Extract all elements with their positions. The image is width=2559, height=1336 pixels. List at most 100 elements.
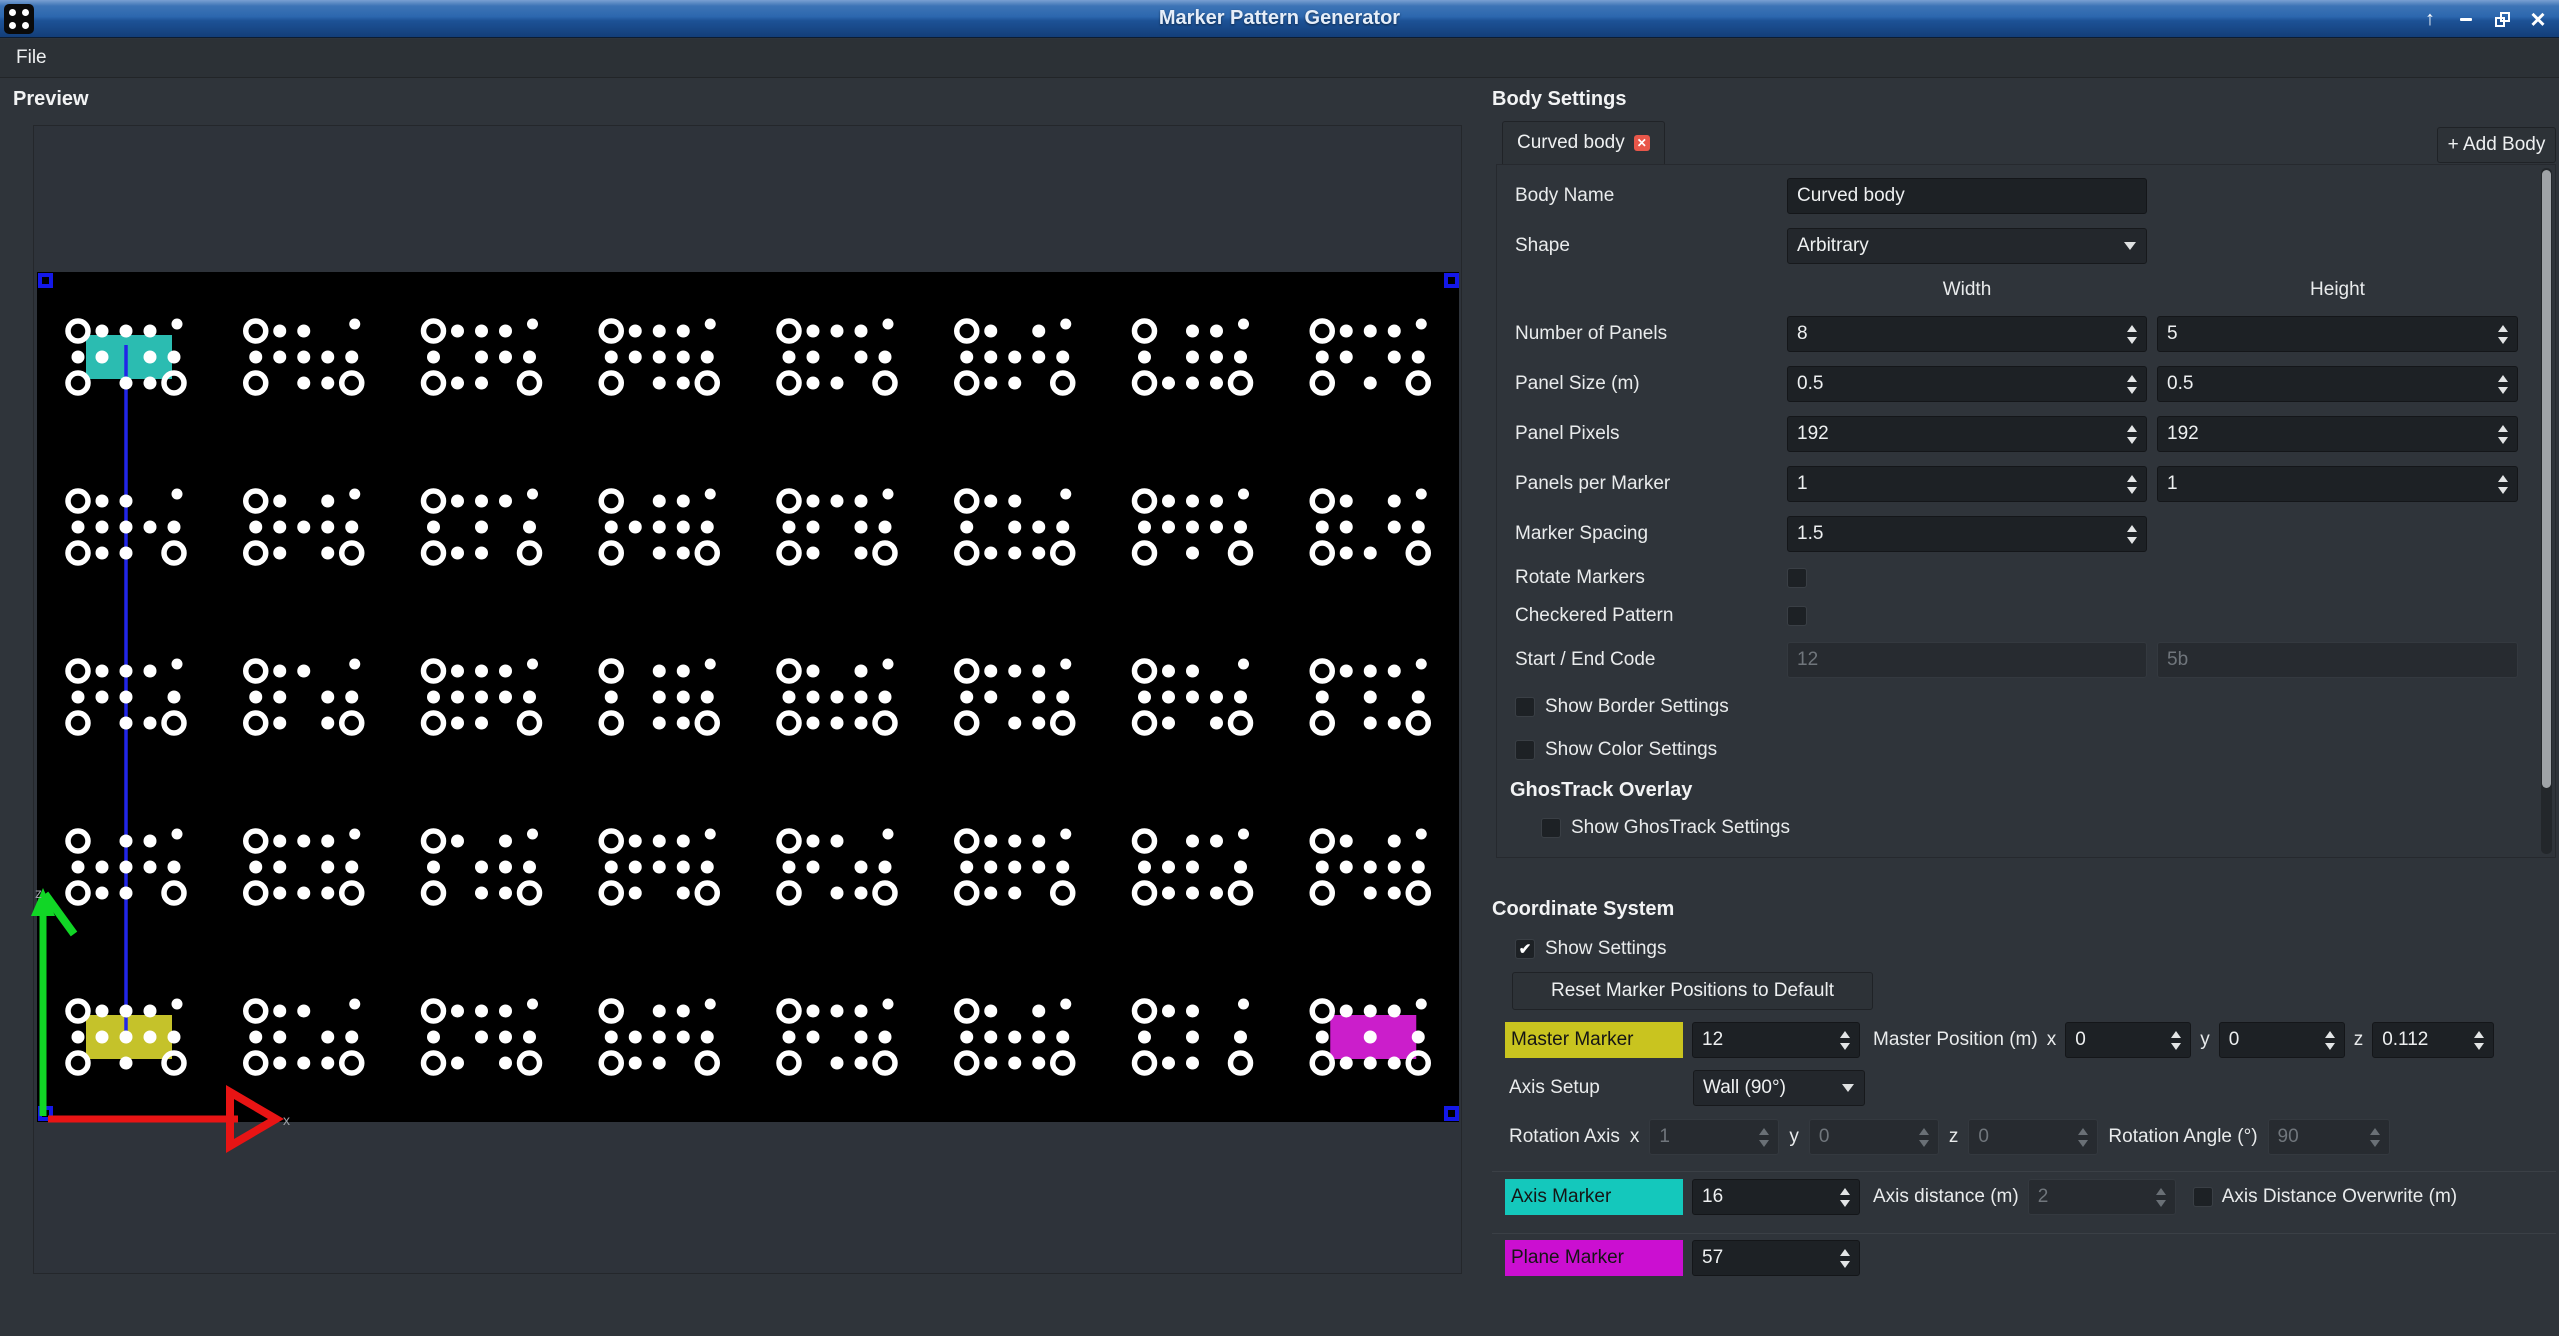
add-body-button[interactable]: + Add Body [2437, 127, 2556, 163]
panels-height-spinbox[interactable]: 5 [2157, 316, 2518, 352]
axis-distance-spinbox[interactable]: 2 [2028, 1179, 2176, 1215]
panel-pixels-width-spinbox[interactable]: 192 [1787, 416, 2147, 452]
scrollbar-thumb[interactable] [2542, 170, 2551, 788]
close-button[interactable]: × [2527, 8, 2549, 30]
master-marker-id-spinbox[interactable]: 12 [1692, 1022, 1860, 1058]
corner-handle-center [1448, 1110, 1455, 1117]
panel-size-width-spinbox[interactable]: 0.5 [1787, 366, 2147, 402]
master-z-label: z [2354, 1029, 2364, 1051]
plane-marker-chip: Plane Marker [1505, 1240, 1683, 1276]
tab-close-icon[interactable]: ✕ [1634, 135, 1650, 151]
checkered-pattern-row: Checkered Pattern [1497, 597, 2555, 635]
show-settings-row: Show Settings [1515, 938, 1666, 960]
shade-window-button[interactable]: ↑ [2419, 8, 2441, 30]
axis-setup-select[interactable]: Wall (90°) [1693, 1070, 1865, 1106]
end-code-input[interactable]: 5b [2157, 642, 2518, 678]
scrollbar[interactable] [2541, 168, 2552, 854]
preview-canvas-svg[interactable]: zx [34, 126, 1463, 1275]
separator [1492, 1233, 2556, 1234]
spin-arrows[interactable] [2489, 417, 2517, 451]
body-name-input[interactable]: Curved body [1787, 178, 2147, 214]
spin-arrows[interactable] [2489, 467, 2517, 501]
checkered-pattern-checkbox[interactable] [1787, 606, 1807, 626]
rotate-markers-row: Rotate Markers [1497, 559, 2555, 597]
title-bar[interactable]: Marker Pattern Generator ↑ × [0, 0, 2559, 38]
app-icon [4, 4, 34, 34]
axis-distance-label: Axis distance (m) [1873, 1186, 2019, 1208]
rotate-markers-checkbox[interactable] [1787, 568, 1807, 588]
spin-arrows[interactable] [2118, 417, 2146, 451]
spin-arrows[interactable] [2465, 1023, 2493, 1057]
rotation-z-spinbox[interactable]: 0 [1968, 1119, 2098, 1155]
corner-handle-center [1448, 277, 1455, 284]
axis-marker-id-spinbox[interactable]: 16 [1692, 1179, 1860, 1215]
axis-marker-row: Axis Marker 16 Axis distance (m) 2 Axis … [1505, 1179, 2457, 1215]
axis-setup-label: Axis Setup [1509, 1077, 1693, 1099]
show-color-settings-checkbox[interactable] [1515, 740, 1535, 760]
window-title: Marker Pattern Generator [0, 7, 2559, 30]
spin-arrows[interactable] [1750, 1120, 1778, 1154]
panel-pixels-height-spinbox[interactable]: 192 [2157, 416, 2518, 452]
restore-button[interactable] [2491, 8, 2513, 30]
axis-distance-overwrite-label: Axis Distance Overwrite (m) [2222, 1186, 2457, 1208]
spin-arrows[interactable] [2147, 1180, 2175, 1214]
master-y-spinbox[interactable]: 0 [2219, 1022, 2345, 1058]
panels-per-marker-height-spinbox[interactable]: 1 [2157, 466, 2518, 502]
show-color-settings-row: Show Color Settings [1497, 728, 2555, 771]
spin-arrows[interactable] [2118, 467, 2146, 501]
spin-arrows[interactable] [2489, 367, 2517, 401]
column-headers-row: Width Height [1497, 271, 2555, 309]
x-axis-label: x [283, 1112, 290, 1128]
master-x-spinbox[interactable]: 0 [2065, 1022, 2191, 1058]
plane-marker-row: Plane Marker 57 [1505, 1240, 1860, 1276]
start-code-input[interactable]: 12 [1787, 642, 2147, 678]
panels-per-marker-width-spinbox[interactable]: 1 [1787, 466, 2147, 502]
panel-size-height-spinbox[interactable]: 0.5 [2157, 366, 2518, 402]
marker-spacing-spinbox[interactable]: 1.5 [1787, 516, 2147, 552]
spin-arrows[interactable] [2118, 317, 2146, 351]
master-y-label: y [2200, 1029, 2210, 1051]
panels-per-marker-row: Panels per Marker 1 1 [1497, 459, 2555, 509]
rotation-angle-spinbox[interactable]: 90 [2268, 1119, 2390, 1155]
spin-arrows[interactable] [2069, 1120, 2097, 1154]
corner-handle-center [42, 277, 49, 284]
rotation-y-spinbox[interactable]: 0 [1809, 1119, 1939, 1155]
tab-label: Curved body [1517, 132, 1625, 154]
show-settings-checkbox[interactable] [1515, 939, 1535, 959]
spin-arrows[interactable] [2118, 517, 2146, 551]
menu-bar: File [0, 39, 2559, 78]
plane-marker-id-spinbox[interactable]: 57 [1692, 1240, 1860, 1276]
shape-row: Shape Arbitrary [1497, 221, 2555, 271]
master-marker-chip: Master Marker [1505, 1022, 1683, 1058]
number-of-panels-row: Number of Panels 8 5 [1497, 309, 2555, 359]
rotation-x-spinbox[interactable]: 1 [1649, 1119, 1779, 1155]
spin-arrows[interactable] [1831, 1023, 1859, 1057]
height-column-header: Height [2157, 279, 2518, 301]
spin-arrows[interactable] [1831, 1180, 1859, 1214]
master-z-spinbox[interactable]: 0.112 [2372, 1022, 2494, 1058]
shape-select[interactable]: Arbitrary [1787, 228, 2147, 264]
spin-arrows[interactable] [2316, 1023, 2344, 1057]
rotation-axis-label: Rotation Axis [1509, 1126, 1620, 1148]
show-border-settings-row: Show Border Settings [1497, 685, 2555, 728]
rotation-angle-label: Rotation Angle (°) [2108, 1126, 2257, 1148]
spin-arrows[interactable] [2361, 1120, 2389, 1154]
axis-distance-overwrite-checkbox[interactable] [2193, 1187, 2213, 1207]
show-border-settings-checkbox[interactable] [1515, 697, 1535, 717]
menu-file[interactable]: File [0, 47, 63, 69]
body-name-label: Body Name [1515, 185, 1787, 207]
spin-arrows[interactable] [2162, 1023, 2190, 1057]
spin-arrows[interactable] [1910, 1120, 1938, 1154]
ghostrack-overlay-heading-row: GhosTrack Overlay [1497, 771, 2555, 809]
show-ghostrack-settings-checkbox[interactable] [1541, 818, 1561, 838]
close-icon: × [2530, 6, 2545, 32]
tab-curved-body[interactable]: Curved body ✕ [1502, 121, 1665, 164]
spin-arrows[interactable] [2118, 367, 2146, 401]
spin-arrows[interactable] [2489, 317, 2517, 351]
panel-size-row: Panel Size (m) 0.5 0.5 [1497, 359, 2555, 409]
minimize-button[interactable] [2455, 8, 2477, 30]
reset-marker-positions-button[interactable]: Reset Marker Positions to Default [1512, 972, 1873, 1010]
spin-arrows[interactable] [1831, 1241, 1859, 1275]
panels-width-spinbox[interactable]: 8 [1787, 316, 2147, 352]
preview-panel[interactable]: zx [33, 125, 1462, 1274]
